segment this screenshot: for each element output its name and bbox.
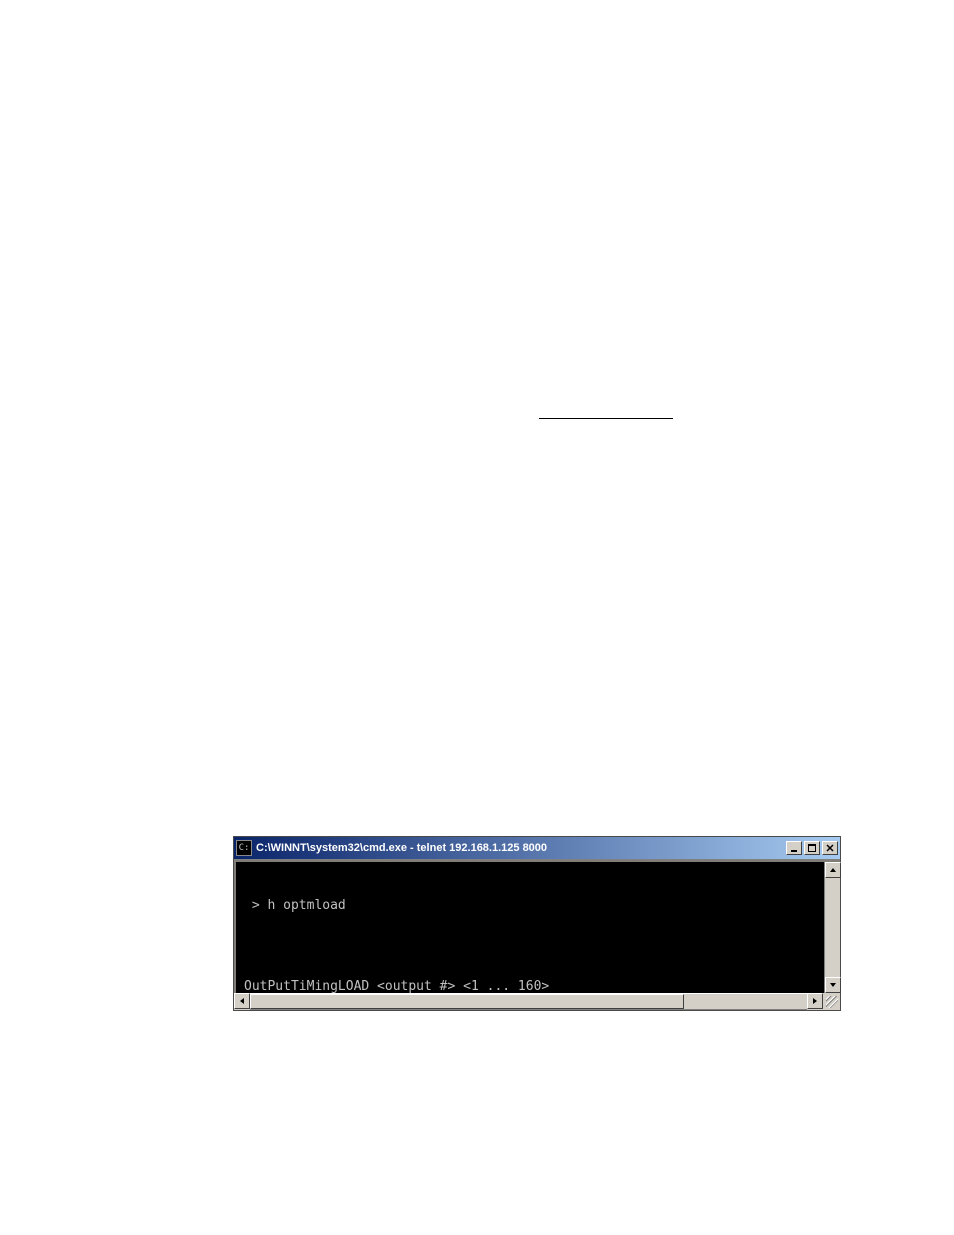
window-title: C:\WINNT\system32\cmd.exe - telnet 192.1… <box>256 842 784 854</box>
horizontal-scroll-track[interactable] <box>250 993 807 1010</box>
horizontal-scroll-thumb[interactable] <box>250 994 684 1009</box>
cmd-telnet-window: C: C:\WINNT\system32\cmd.exe - telnet 19… <box>233 836 841 1011</box>
cmd-icon: C: <box>236 840 252 856</box>
vertical-scroll-track[interactable] <box>825 878 840 977</box>
maximize-button[interactable] <box>804 841 820 855</box>
minimize-button[interactable] <box>786 841 802 855</box>
client-area: > h optmload OutPutTiMingLOAD <output #>… <box>234 859 840 1010</box>
scroll-up-button[interactable] <box>825 862 841 878</box>
horizontal-scrollbar[interactable] <box>234 993 823 1010</box>
vertical-scrollbar[interactable] <box>824 862 840 993</box>
size-grip[interactable] <box>823 993 840 1010</box>
close-button[interactable] <box>822 841 838 855</box>
window-controls <box>784 841 838 855</box>
terminal-line: > h optmload <box>244 896 816 917</box>
titlebar[interactable]: C: C:\WINNT\system32\cmd.exe - telnet 19… <box>234 837 840 859</box>
underline-artifact <box>539 418 673 419</box>
scroll-right-button[interactable] <box>807 993 823 1009</box>
terminal-output[interactable]: > h optmload OutPutTiMingLOAD <output #>… <box>236 862 824 993</box>
scroll-down-button[interactable] <box>825 977 841 993</box>
terminal-line: OutPutTiMingLOAD <output #> <1 ... 160> <box>244 977 816 993</box>
scroll-left-button[interactable] <box>234 993 250 1009</box>
